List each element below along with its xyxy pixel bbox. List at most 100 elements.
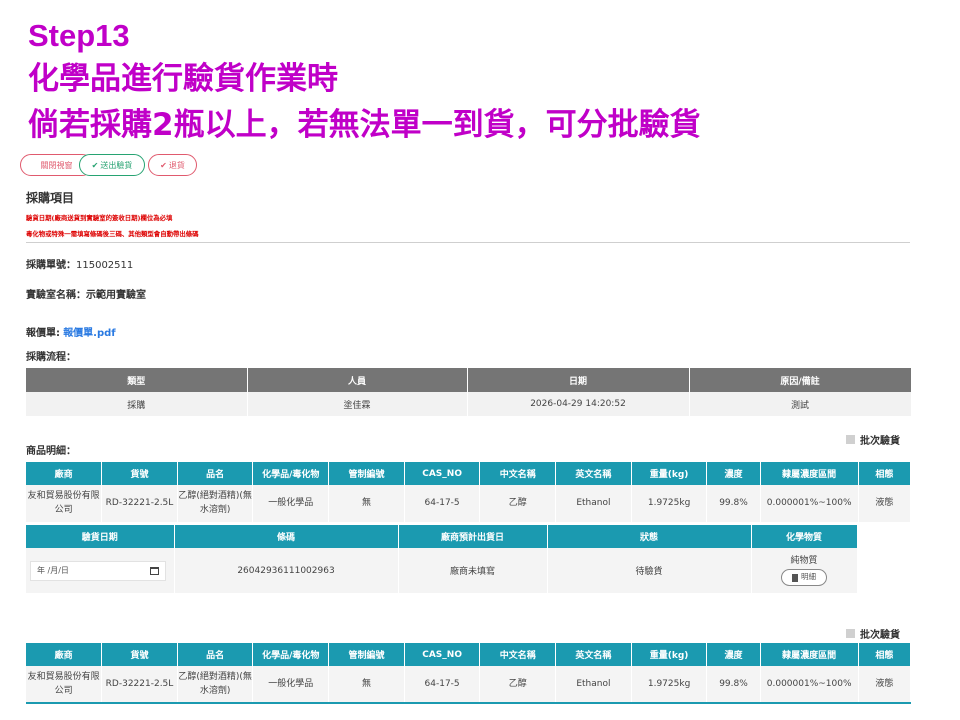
col-cas: CAS_NO [404,643,481,666]
col-status: 狀態 [547,525,752,548]
col-en-name: 英文名稱 [555,643,632,666]
checkbox-icon[interactable] [846,629,855,638]
table-row: 友和貿易股份有限公司 RD-32221-2.5L 乙醇(絕對酒精)(無水溶劑) … [26,666,912,703]
weight-cell: 1.9725kg [631,666,708,703]
po-number-value: 115002511 [76,260,134,271]
batch-inspection-label: 批次驗貨 [860,436,900,447]
ship-date-cell: 廠商未填寫 [398,548,548,593]
detail-row: 年 /月/日 26042936111002963 廠商未填寫 待驗貨 純物質 明… [26,548,858,593]
en-name-cell: Ethanol [555,485,632,522]
batch-inspection-toggle[interactable]: 批次驗貨 [846,432,900,447]
col-phase: 相態 [858,462,912,485]
batch-inspection-label: 批次驗貨 [860,630,900,641]
col-barcode: 條碼 [174,525,399,548]
flow-type: 採購 [26,392,248,416]
return-goods-label: 退貨 [168,160,185,170]
checkbox-icon[interactable] [846,435,855,444]
concentration-cell: 99.8% [706,666,761,703]
submit-inspection-button[interactable]: ✔ 送出驗貨 [79,154,145,176]
inspection-panel: 關閉視窗 ✔ 送出驗貨 ✔ 退貨 採購項目 驗貨日期(廠商送貨到實驗室的簽收日期… [18,146,930,720]
concentration-cell: 99.8% [706,485,761,522]
phase-cell: 液態 [858,666,912,703]
calendar-icon[interactable] [150,566,159,575]
submit-inspection-label: 送出驗貨 [100,160,133,170]
goods-title: 商品明細： [26,446,76,457]
weight-cell: 1.9725kg [631,485,708,522]
flow-header-row: 類型 人員 日期 原因/備註 [26,368,912,392]
en-name-cell: Ethanol [555,666,632,703]
date-placeholder: 年 /月/日 [37,566,69,575]
flow-row: 採購 塗佳霖 2026-04-29 14:20:52 測試 [26,392,912,416]
col-type: 化學品/毒化物 [252,643,330,666]
inspection-detail-table: 驗貨日期 條碼 廠商預計出貨日 狀態 化學物質 年 /月/日 260429361… [26,525,858,593]
flow-header-remark: 原因/備註 [689,368,912,392]
cn-name-cell: 乙醇 [479,485,557,522]
lab-name-label: 實驗室名稱： [26,290,86,301]
lab-name-field: 實驗室名稱：示範用實驗室 [26,286,146,301]
status-cell: 待驗貨 [547,548,752,593]
document-icon [792,573,798,582]
range-cell: 0.000001%~100% [760,485,859,522]
barcode-cell: 26042936111002963 [174,548,399,593]
divider [26,242,910,243]
step-heading: Step13 [28,18,130,53]
item-no-cell: RD-32221-2.5L [101,485,178,522]
check-icon: ✔ [91,160,99,170]
batch-inspection-toggle[interactable]: 批次驗貨 [846,626,900,641]
cn-name-cell: 乙醇 [479,666,557,703]
item-no-cell: RD-32221-2.5L [101,666,178,703]
goods-table: 廠商 貨號 品名 化學品/毒化物 管制編號 CAS_NO 中文名稱 英文名稱 重… [26,643,912,703]
substance-value: 純物質 [790,555,818,566]
product-cell: 乙醇(絕對酒精)(無水溶劑) [177,666,254,703]
procurement-flow-table: 類型 人員 日期 原因/備註 採購 塗佳霖 2026-04-29 14:20:5… [26,368,912,416]
barcode-note: 毒化物或特殊一需填寫條碼後三碼、其他類型會自動帶出條碼 [26,230,199,238]
quote-file-link[interactable]: 報價單.pdf [63,328,115,339]
goods-header-row: 廠商 貨號 品名 化學品/毒化物 管制編號 CAS_NO 中文名稱 英文名稱 重… [26,643,912,666]
goods-header-row: 廠商 貨號 品名 化學品/毒化物 管制編號 CAS_NO 中文名稱 英文名稱 重… [26,462,912,485]
col-vendor: 廠商 [26,643,103,666]
po-number-label: 採購單號： [26,260,76,271]
type-cell: 一般化學品 [252,485,330,522]
cas-cell: 64-17-5 [404,666,481,703]
flow-label-text: 採購流程： [26,352,76,363]
detail-header-row: 驗貨日期 條碼 廠商預計出貨日 狀態 化學物質 [26,525,858,548]
col-item-no: 貨號 [101,643,178,666]
check-icon: ✔ [160,160,167,170]
col-item-no: 貨號 [101,462,178,485]
flow-person: 塗佳霖 [247,392,468,416]
quote-field: 報價單: 報價單.pdf [26,324,116,339]
flow-header-type: 類型 [26,368,248,392]
col-inspection-date: 驗貨日期 [26,525,175,548]
flow-date: 2026-04-29 14:20:52 [467,392,690,416]
po-number-field: 採購單號：115002511 [26,256,133,271]
instruction-line-1: 化學品進行驗貨作業時 [28,61,338,97]
detail-button[interactable]: 明細 [781,569,827,586]
col-control-no: 管制編號 [328,643,405,666]
product-cell: 乙醇(絕對酒精)(無水溶劑) [177,485,254,522]
col-vendor: 廠商 [26,462,103,485]
quote-label: 報價單: [26,328,60,339]
substance-cell: 純物質 明細 [751,548,858,593]
phase-cell: 液態 [858,485,912,522]
inspection-date-input[interactable]: 年 /月/日 [30,560,166,581]
table-row: 友和貿易股份有限公司 RD-32221-2.5L 乙醇(絕對酒精)(無水溶劑) … [26,485,912,522]
return-goods-button[interactable]: ✔ 退貨 [148,154,197,176]
col-weight: 重量(kg) [631,643,708,666]
goods-table: 廠商 貨號 品名 化學品/毒化物 管制編號 CAS_NO 中文名稱 英文名稱 重… [26,462,912,522]
col-range: 隸屬濃度區間 [760,462,859,485]
type-cell: 一般化學品 [252,666,330,703]
col-substance: 化學物質 [751,525,858,548]
bottom-accent-line [26,702,911,704]
col-range: 隸屬濃度區間 [760,643,859,666]
inspection-date-cell: 年 /月/日 [26,548,175,593]
col-en-name: 英文名稱 [555,462,632,485]
vendor-cell: 友和貿易股份有限公司 [26,485,103,522]
cas-cell: 64-17-5 [404,485,481,522]
col-ship-date: 廠商預計出貨日 [398,525,548,548]
required-note: 驗貨日期(廠商送貨到實驗室的簽收日期)欄位為必填 [26,214,173,222]
flow-remark: 測試 [689,392,912,416]
close-window-label: 關閉視窗 [40,160,73,170]
col-cas: CAS_NO [404,462,481,485]
flow-label: 採購流程： [26,348,76,363]
control-no-cell: 無 [328,666,405,703]
